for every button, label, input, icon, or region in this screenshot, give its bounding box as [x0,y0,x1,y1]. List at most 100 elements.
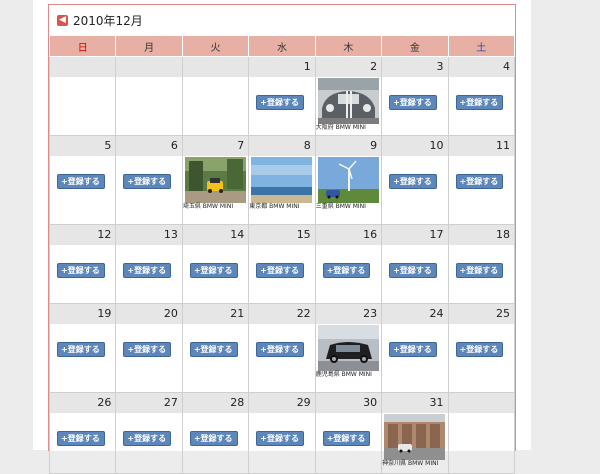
day-number: 23 [315,304,382,324]
calendar-day-cell: 19 +登録する [48,303,117,393]
register-button[interactable]: +登録する [123,263,172,278]
day-number: 8 [249,136,315,156]
day-content: +登録する [116,245,181,303]
calendar-day-cell: 9 三重県 BMW MINI [314,135,383,225]
register-button[interactable]: +登録する [322,431,371,446]
register-button[interactable]: +登録する [189,263,238,278]
day-number: 11 [448,136,514,156]
register-button[interactable]: +登録する [455,95,504,110]
calendar-day-cell: 5 +登録する [48,135,117,225]
day-content [50,77,115,135]
day-content: 三重県 BMW MINI [316,156,381,224]
register-button[interactable]: +登録する [123,174,172,189]
day-content: 東京都 BMW MINI [249,156,314,224]
day-number: 30 [315,393,382,413]
calendar-day-cell: 10 +登録する [381,135,449,225]
day-number [182,57,249,77]
register-button[interactable]: +登録する [57,263,105,278]
calendar-day-cell: 12 +登録する [48,224,117,304]
register-button[interactable]: +登録する [189,342,238,357]
calendar-day-cell: 23 鹿児島県 BMW MINI [314,303,383,393]
calendar-day-cell: 1 +登録する [248,56,316,136]
day-number: 26 [50,393,116,413]
calendar-day-cell [48,56,117,136]
calendar-day-cell: 21 +登録する [181,303,250,393]
calendar-week-row: 12 +登録する 13 +登録する 14 +登録する 15 +登録する 16 +登録する 17 +登録… [48,224,516,304]
calendar-day-cell: 27 +登録する [115,392,183,474]
photo-caption[interactable]: 神奈川県 BMW MINI [382,460,448,467]
weekday-header: 金 [381,35,449,57]
calendar-day-cell: 29 +登録する [248,392,316,474]
day-number: 14 [182,225,249,245]
calendar-day-cell: 14 +登録する [181,224,250,304]
register-button[interactable]: +登録する [389,174,437,189]
register-button[interactable]: +登録する [256,342,304,357]
photo-thumbnail[interactable] [184,157,246,203]
day-content: +登録する [316,245,381,303]
day-number: 17 [382,225,448,245]
weekday-header: 土 [447,35,516,57]
register-button[interactable]: +登録する [389,95,437,110]
register-button[interactable]: +登録する [256,95,304,110]
photo-thumbnail[interactable] [317,157,379,203]
day-number: 13 [116,225,182,245]
day-content: +登録する [249,245,314,303]
photo-caption[interactable]: 東京都 BMW MINI [249,203,315,210]
day-content: +登録する [449,156,514,224]
photo-thumbnail[interactable] [384,414,446,460]
register-button[interactable]: +登録する [123,431,172,446]
photo-caption[interactable]: 埼玉県 BMW MINI [183,203,249,210]
photo-thumbnail[interactable] [317,78,379,124]
register-button[interactable]: +登録する [256,263,304,278]
day-number: 3 [382,57,448,77]
register-button[interactable]: +登録する [57,342,105,357]
register-button[interactable]: +登録する [256,431,304,446]
calendar-day-cell: 2 大阪府 BMW MINI [314,56,383,136]
day-content: +登録する [249,324,314,392]
register-button[interactable]: +登録する [189,431,238,446]
day-number: 15 [249,225,315,245]
register-button[interactable]: +登録する [322,263,371,278]
register-button[interactable]: +登録する [57,174,105,189]
day-content: 鹿児島県 BMW MINI [316,324,381,392]
register-button[interactable]: +登録する [455,342,504,357]
day-number: 28 [182,393,249,413]
calendar-day-cell: 4 +登録する [447,56,516,136]
day-number: 1 [249,57,315,77]
day-number: 18 [448,225,514,245]
day-content: +登録する [50,245,115,303]
calendar-day-cell: 7 埼玉県 BMW MINI [181,135,250,225]
calendar-day-cell [447,392,516,474]
register-button[interactable]: +登録する [123,342,172,357]
calendar-day-cell: 6 +登録する [115,135,183,225]
day-number: 10 [382,136,448,156]
day-content [116,77,181,135]
photo-thumbnail[interactable] [317,325,379,371]
calendar-day-cell [181,56,250,136]
register-button[interactable]: +登録する [57,431,105,446]
day-content: +登録する [449,77,514,135]
register-button[interactable]: +登録する [455,174,504,189]
day-number: 12 [50,225,116,245]
photo-caption[interactable]: 三重県 BMW MINI [316,203,382,210]
calendar-day-cell: 3 +登録する [381,56,449,136]
day-number: 24 [382,304,448,324]
day-content: +登録する [449,245,514,303]
register-button[interactable]: +登録する [455,263,504,278]
photo-caption[interactable]: 大阪府 BMW MINI [316,124,382,131]
day-number: 25 [448,304,514,324]
day-number: 22 [249,304,315,324]
register-button[interactable]: +登録する [389,263,437,278]
register-button[interactable]: +登録する [389,342,437,357]
calendar-day-cell [115,56,183,136]
weekday-header: 日 [48,35,117,57]
day-content: +登録する [382,245,447,303]
day-content: +登録する [50,413,115,473]
photo-caption[interactable]: 鹿児島県 BMW MINI [316,371,382,378]
day-number: 2 [315,57,382,77]
weekday-header: 木 [314,35,383,57]
photo-thumbnail[interactable] [251,157,313,203]
day-content: +登録する [50,156,115,224]
arrow-left-icon[interactable]: ◀ [57,14,68,26]
day-number: 29 [249,393,315,413]
